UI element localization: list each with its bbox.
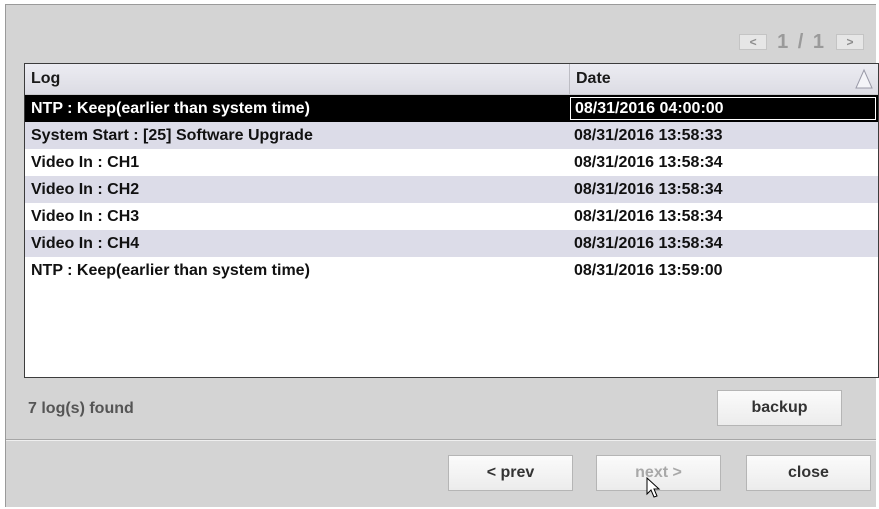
column-header-date-label: Date xyxy=(576,70,611,87)
log-cell: System Start : [25] Software Upgrade xyxy=(31,126,313,144)
divider-highlight xyxy=(6,440,876,441)
log-cell: Video In : CH4 xyxy=(31,234,140,252)
log-cell: Video In : CH2 xyxy=(31,180,140,198)
sort-triangle-icon[interactable] xyxy=(854,68,874,90)
page-indicator: 1 / 1 xyxy=(777,30,826,53)
results-count: 7 log(s) found xyxy=(28,400,134,417)
column-header-log-label: Log xyxy=(31,70,61,87)
column-header-date[interactable]: Date xyxy=(570,64,878,94)
table-row[interactable]: Video In : CH1 08/31/2016 13:58:34 xyxy=(25,149,878,176)
date-cell: 08/31/2016 13:59:00 xyxy=(574,261,723,279)
table-row[interactable]: Video In : CH3 08/31/2016 13:58:34 xyxy=(25,203,878,230)
table-row[interactable]: NTP : Keep(earlier than system time) 08/3… xyxy=(25,95,878,122)
log-search-dialog: < 1 / 1 > Log Date NTP : Keep(earlier th… xyxy=(5,4,879,507)
page-next-button[interactable]: > xyxy=(836,34,864,50)
table-row[interactable]: Video In : CH2 08/31/2016 13:58:34 xyxy=(25,176,878,203)
backup-button[interactable]: backup xyxy=(717,390,842,426)
date-cell: 08/31/2016 13:58:34 xyxy=(574,234,723,252)
page-prev-button[interactable]: < xyxy=(739,34,768,50)
chevron-left-icon: < xyxy=(749,35,757,49)
prev-button[interactable]: < prev xyxy=(448,455,573,491)
date-cell: 08/31/2016 13:58:34 xyxy=(574,180,723,198)
pager: < 1 / 1 > xyxy=(739,31,864,53)
log-cell: NTP : Keep(earlier than system time) xyxy=(31,261,310,279)
log-table: Log Date NTP : Keep(earlier than system … xyxy=(24,63,879,378)
date-cell: 08/31/2016 13:58:33 xyxy=(574,126,723,144)
date-cell: 08/31/2016 13:58:34 xyxy=(574,153,723,171)
chevron-right-icon: > xyxy=(846,35,854,49)
log-cell: Video In : CH3 xyxy=(31,207,140,225)
table-row[interactable]: NTP : Keep(earlier than system time) 08/3… xyxy=(25,257,878,284)
table-header: Log Date xyxy=(25,64,878,95)
date-cell: 08/31/2016 13:58:34 xyxy=(574,207,723,225)
log-cell: NTP : Keep(earlier than system time) xyxy=(31,99,310,117)
table-row[interactable]: System Start : [25] Software Upgrade 08/3… xyxy=(25,122,878,149)
table-body: NTP : Keep(earlier than system time) 08/3… xyxy=(25,95,878,284)
column-header-log[interactable]: Log xyxy=(25,64,570,94)
log-cell: Video In : CH1 xyxy=(31,153,140,171)
mouse-cursor-icon xyxy=(646,477,661,498)
table-row[interactable]: Video In : CH4 08/31/2016 13:58:34 xyxy=(25,230,878,257)
close-button[interactable]: close xyxy=(746,455,871,491)
date-cell: 08/31/2016 04:00:00 xyxy=(570,97,876,120)
